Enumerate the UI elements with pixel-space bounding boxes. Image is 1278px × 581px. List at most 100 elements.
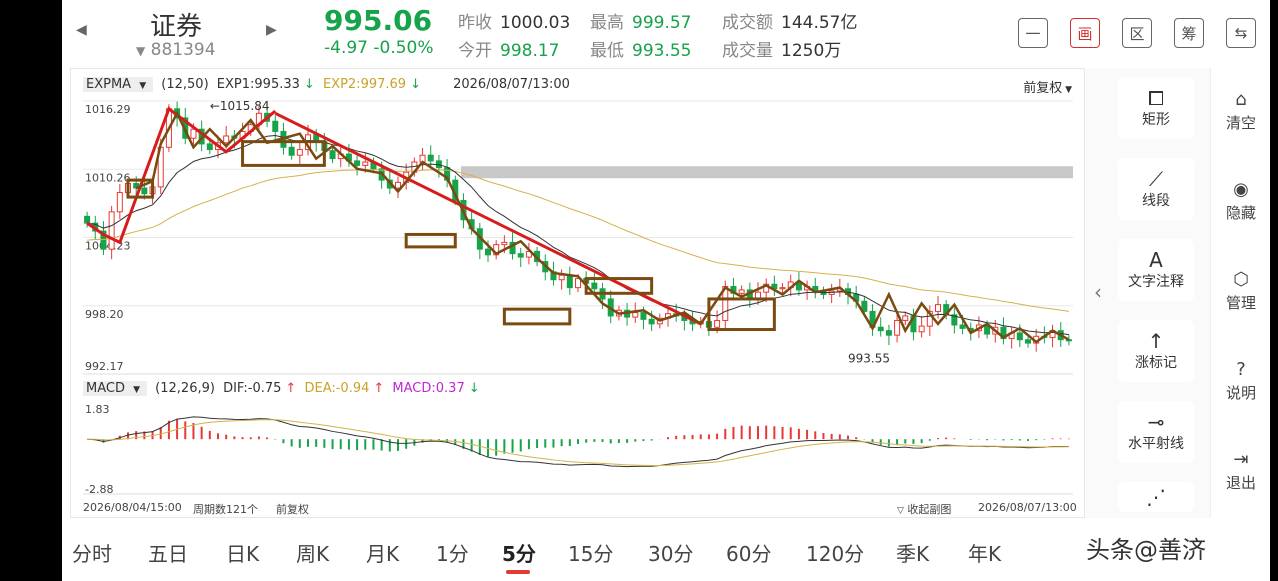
action-label: 管理: [1225, 294, 1256, 312]
tab-9[interactable]: 60分: [726, 538, 771, 567]
prev-stock-arrow-icon[interactable]: ◀: [76, 22, 87, 38]
quote-field-0: 昨收 1000.03: [458, 8, 570, 33]
hide-icon: ◉: [1233, 179, 1249, 200]
up-mark-icon: ↑: [1147, 329, 1165, 353]
clear-button[interactable]: ⌂ 清空: [1211, 88, 1271, 133]
stock-code[interactable]: ▼ 881394: [136, 40, 216, 60]
candle-body: [427, 154, 434, 162]
drawing-tools-panel: ‹ ⧠ 矩形 ⟋ 线段 A 文字注释 ↑ 涨标记 ⊸ 水平射线 ⋰: [1086, 68, 1210, 518]
tab-11[interactable]: 季K: [896, 538, 929, 567]
candle-body: [116, 192, 123, 213]
tool-label: 矩形: [1142, 112, 1170, 128]
help-icon: ?: [1236, 359, 1246, 380]
tab-8[interactable]: 30分: [648, 538, 693, 567]
tab-3[interactable]: 周K: [296, 538, 329, 567]
tab-10[interactable]: 120分: [806, 538, 864, 567]
candle-body: [223, 135, 230, 144]
low-price-marker: 993.55: [848, 351, 890, 365]
candle-body: [190, 128, 197, 139]
range-icon[interactable]: 区: [1122, 18, 1152, 48]
exit-button[interactable]: ⇥ 退出: [1211, 448, 1271, 493]
stock-chart-app: ◀ ▶ 证券 ▼ 881394 995.06 -4.97 -0.50% 昨收 10…: [62, 0, 1270, 581]
candle-body: [141, 187, 148, 195]
collapse-tools-chevron-icon[interactable]: ‹: [1094, 280, 1102, 304]
quote-field-label: 昨收: [458, 13, 492, 33]
candle-body: [935, 304, 941, 312]
footer-end-time: 2026/08/07/13:00: [978, 501, 1077, 514]
candle-body: [558, 274, 565, 281]
kline-svg: 1016.29 1010.26 1004.23 998.20 992.17 ←1015.8…: [83, 99, 1073, 496]
quote-header: ◀ ▶ 证券 ▼ 881394 995.06 -4.97 -0.50% 昨收 10…: [62, 0, 1270, 68]
quote-field-label: 最低: [590, 41, 624, 61]
tab-7[interactable]: 15分: [568, 538, 613, 567]
candle-body: [632, 312, 639, 318]
y-tick-label: 1004.23: [85, 240, 131, 253]
macd-value: MACD:0.37: [392, 381, 465, 396]
quote-field-label: 成交量: [722, 41, 773, 61]
help-button[interactable]: ? 说明: [1211, 358, 1271, 403]
candle-body: [714, 319, 721, 328]
tab-0[interactable]: 分时: [72, 538, 112, 567]
active-tab-underline: [506, 570, 530, 574]
candle-body: [354, 160, 361, 166]
candle-body: [918, 325, 925, 333]
stock-code-text: 881394: [150, 40, 216, 60]
candle-body: [108, 211, 115, 250]
hide-button[interactable]: ◉ 隐藏: [1211, 178, 1271, 223]
candle-body: [395, 181, 401, 189]
manage-button[interactable]: ⬡ 管理: [1211, 268, 1271, 313]
candle-body: [877, 326, 884, 332]
next-stock-arrow-icon[interactable]: ▶: [266, 22, 277, 38]
tool-text-note-button[interactable]: A 文字注释: [1118, 239, 1194, 301]
rotate-screen-icon[interactable]: ⇆: [1226, 18, 1256, 48]
quote-field-value: 993.55: [632, 41, 692, 61]
macd-name[interactable]: MACD ▼: [83, 381, 148, 396]
kline-chart-panel[interactable]: EXPMA ▼ (12,50) EXP1:995.33 ↓ EXP2:997.69…: [70, 68, 1085, 518]
tab-6[interactable]: 5分: [502, 538, 536, 567]
draw-icon[interactable]: 画: [1070, 18, 1100, 48]
tool-rectangle-button[interactable]: ⧠ 矩形: [1118, 77, 1194, 139]
macd-params: (12,26,9): [155, 381, 215, 396]
candle-body: [206, 143, 213, 151]
macd-indicator-line[interactable]: MACD ▼ (12,26,9) DIF:-0.75 ↑ DEA:-0.94 ↑ M…: [83, 381, 484, 396]
quote-field-1: 最高 999.57: [590, 8, 691, 33]
action-label: 隐藏: [1225, 204, 1256, 222]
left-bezel: [0, 0, 62, 581]
tool-wave-button[interactable]: ⋰: [1118, 482, 1194, 512]
dif-value: DIF:-0.75: [223, 381, 282, 396]
tab-5[interactable]: 1分: [436, 538, 469, 567]
candle-body: [296, 149, 303, 156]
stock-name[interactable]: 证券: [150, 6, 202, 43]
minus-icon[interactable]: 一: [1018, 18, 1048, 48]
clear-icon: ⌂: [1235, 89, 1247, 110]
quote-field-value: 1000.03: [500, 13, 571, 33]
tool-up-mark-button[interactable]: ↑ 涨标记: [1118, 320, 1194, 382]
candle-body: [485, 248, 491, 256]
candle-body: [959, 324, 966, 329]
resistance-band: [461, 166, 1073, 179]
tool-horizontal-ray-button[interactable]: ⊸ 水平射线: [1118, 401, 1194, 463]
tab-12[interactable]: 年K: [968, 538, 1001, 567]
chip-icon[interactable]: 筹: [1174, 18, 1204, 48]
exit-icon: ⇥: [1233, 449, 1249, 470]
tool-label: 文字注释: [1128, 274, 1184, 290]
tab-4[interactable]: 月K: [366, 538, 399, 567]
quote-field-4: 最低 993.55: [590, 36, 691, 61]
quote-field-label: 最高: [590, 13, 624, 33]
quote-field-2: 成交额 144.57亿: [722, 8, 857, 33]
tool-segment-button[interactable]: ⟋ 线段: [1118, 158, 1194, 220]
candle-body: [738, 289, 745, 294]
candle-body: [902, 315, 909, 321]
candle-body: [894, 319, 901, 336]
horizontal-ray-icon: ⊸: [1147, 410, 1165, 434]
candle-body: [779, 287, 786, 290]
text-note-icon: A: [1149, 248, 1163, 272]
wave-icon: ⋰: [1146, 485, 1166, 509]
action-label: 清空: [1225, 114, 1256, 132]
candle-body: [329, 150, 336, 160]
collapse-subchart-button[interactable]: ▽ 收起副图: [897, 501, 951, 517]
tab-1[interactable]: 五日: [148, 538, 188, 567]
candle-body: [1016, 332, 1023, 341]
watermark-text: 头条@善济: [1086, 536, 1206, 564]
tab-2[interactable]: 日K: [226, 538, 259, 567]
